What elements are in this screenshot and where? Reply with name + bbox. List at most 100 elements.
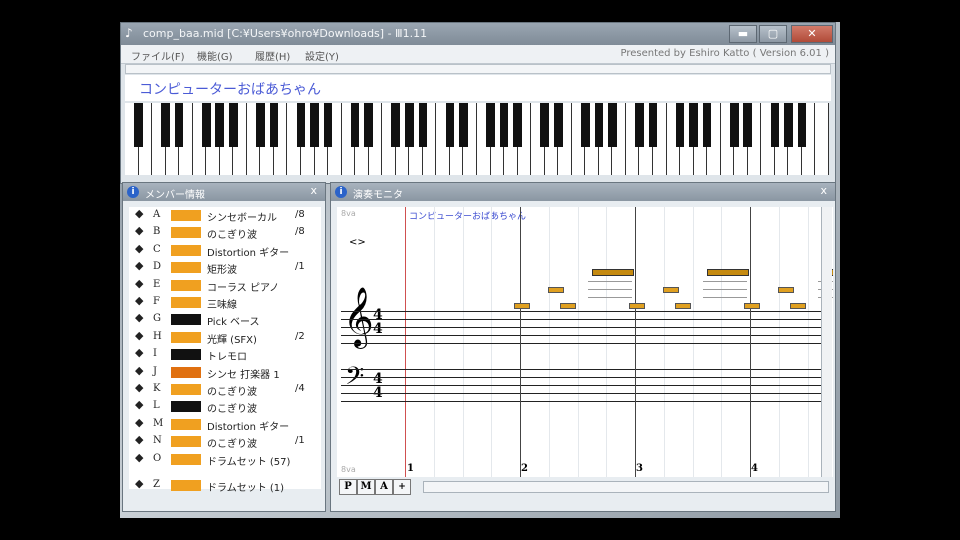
tab-p[interactable]: P (339, 479, 357, 495)
main-title-bar[interactable]: ♪ comp_baa.mid [C:¥Users¥ohro¥Downloads]… (121, 23, 835, 45)
treble-staff-line (341, 335, 827, 336)
diamond-icon: ◆ (135, 224, 144, 238)
black-key[interactable] (635, 103, 644, 147)
member-instrument: 矩形波 (207, 265, 237, 277)
black-key[interactable] (580, 103, 590, 147)
member-panel-close-button[interactable]: x (310, 184, 317, 197)
black-key[interactable] (161, 103, 170, 147)
black-key[interactable] (784, 103, 793, 147)
black-key[interactable] (310, 103, 319, 147)
black-key[interactable] (675, 103, 685, 147)
black-key[interactable] (689, 103, 698, 147)
main-window: ♪ comp_baa.mid [C:¥Users¥ohro¥Downloads]… (120, 22, 836, 184)
app-icon: ♪ (125, 26, 133, 40)
member-instrument: ドラムセット (1) (207, 483, 285, 494)
member-row[interactable]: ◆ J シンセ 打楽器 1 (129, 364, 321, 381)
member-color-swatch (171, 366, 201, 378)
white-key[interactable] (815, 103, 829, 175)
black-key[interactable] (174, 103, 184, 147)
tab-scroll-arrow[interactable]: + (393, 479, 411, 495)
black-key[interactable] (540, 103, 550, 147)
black-key[interactable] (594, 103, 604, 147)
member-letter: O (153, 452, 162, 464)
member-letter: D (153, 261, 162, 273)
monitor-panel-close-button[interactable]: x (820, 184, 827, 197)
tab-a[interactable]: A (375, 479, 393, 495)
member-letter: A (153, 209, 161, 220)
member-panel-title-bar[interactable]: i メンバー情報 x (123, 183, 325, 201)
black-key[interactable] (228, 103, 238, 147)
score-horizontal-scrollbar[interactable] (423, 481, 829, 493)
black-key[interactable] (797, 103, 807, 147)
black-key[interactable] (364, 103, 374, 147)
black-key[interactable] (743, 103, 753, 147)
black-key[interactable] (404, 103, 414, 147)
member-row[interactable]: ◆ L のこぎり波 (129, 398, 321, 415)
member-instrument: ドラムセット (57) (207, 456, 291, 468)
diamond-icon: ◆ (135, 415, 144, 429)
black-key[interactable] (134, 103, 143, 147)
minimize-button[interactable]: ▬ (729, 25, 757, 43)
member-color-swatch (171, 314, 201, 326)
black-key[interactable] (256, 103, 265, 147)
piano-keyboard[interactable] (125, 103, 829, 175)
song-title: コンピューターおばあちゃん (139, 82, 321, 98)
tab-m[interactable]: M (357, 479, 375, 495)
score-view[interactable]: 8va 8va <> コンピューターおばあちゃん 𝄞 𝄢 4 4 4 4 1 2… (337, 207, 833, 477)
black-key[interactable] (486, 103, 495, 147)
member-row[interactable]: ◆ A シンセボーカル/8 (129, 207, 321, 224)
member-row[interactable]: ◆ F 三味線 (129, 294, 321, 311)
monitor-panel-title-bar[interactable]: i 演奏モニタ x (331, 183, 835, 201)
black-key[interactable] (770, 103, 780, 147)
bass-staff-line (341, 401, 827, 402)
black-key[interactable] (391, 103, 401, 147)
note-mark (548, 287, 564, 293)
member-row[interactable]: ◆ C Distortion ギター (129, 242, 321, 259)
position-scrollbar[interactable] (125, 64, 831, 74)
ledger-line (588, 281, 632, 282)
black-key[interactable] (350, 103, 360, 147)
measure-number: 2 (521, 463, 528, 474)
member-row[interactable]: ◆ E コーラス ピアノ (129, 277, 321, 294)
member-row[interactable]: ◆ O ドラムセット (57) (129, 451, 321, 468)
repeat-mark: <> (349, 237, 366, 248)
score-vertical-scrollbar[interactable] (821, 207, 832, 477)
black-key[interactable] (269, 103, 279, 147)
member-row[interactable]: ◆ K のこぎり波/4 (129, 381, 321, 398)
menu-file[interactable]: ファイル(F) (131, 48, 185, 63)
black-key[interactable] (201, 103, 211, 147)
member-row[interactable]: ◆ G Pick ベース (129, 311, 321, 328)
diamond-icon: ◆ (135, 241, 144, 255)
black-key[interactable] (445, 103, 455, 147)
member-row[interactable]: ◆ B のこぎり波/8 (129, 224, 321, 241)
black-key[interactable] (513, 103, 522, 147)
diamond-icon: ◆ (135, 207, 144, 220)
member-row[interactable]: ◆ M Distortion ギター (129, 416, 321, 433)
member-row[interactable]: ◆ N のこぎり波/1 (129, 433, 321, 450)
member-color-swatch (171, 480, 201, 491)
member-color-swatch (171, 384, 201, 395)
diamond-icon: ◆ (135, 381, 144, 394)
maximize-button[interactable]: ▢ (759, 25, 787, 43)
black-key[interactable] (648, 103, 658, 147)
black-key[interactable] (553, 103, 563, 147)
black-key[interactable] (608, 103, 617, 147)
black-key[interactable] (702, 103, 712, 147)
member-row[interactable]: ◆ D 矩形波/1 (129, 259, 321, 276)
black-key[interactable] (729, 103, 739, 147)
menu-settings[interactable]: 設定(Y) (305, 48, 339, 63)
black-key[interactable] (459, 103, 468, 147)
measure-barline (635, 207, 636, 477)
bass-staff-line (341, 393, 827, 394)
menu-function[interactable]: 機能(G) (197, 48, 233, 63)
black-key[interactable] (323, 103, 333, 147)
black-key[interactable] (296, 103, 306, 147)
member-row[interactable]: ◆ H 光輝 (SFX) /2 (129, 329, 321, 346)
close-button[interactable]: ✕ (791, 25, 833, 43)
black-key[interactable] (215, 103, 225, 147)
member-row[interactable]: ◆ Z ドラムセット (1) (129, 477, 321, 494)
black-key[interactable] (418, 103, 428, 147)
menu-history[interactable]: 履歴(H) (255, 48, 290, 63)
black-key[interactable] (499, 103, 509, 147)
member-row[interactable]: ◆ I トレモロ (129, 346, 321, 363)
